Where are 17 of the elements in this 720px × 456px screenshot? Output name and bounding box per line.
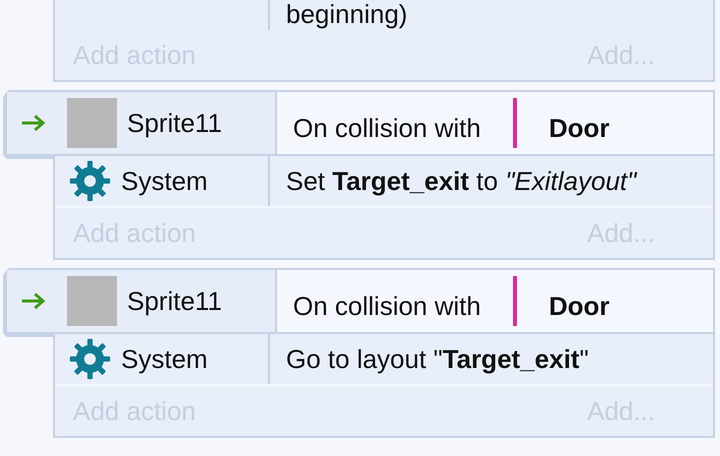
arrow-icon — [21, 114, 47, 132]
object-name: Sprite11 — [127, 286, 222, 316]
condition-parameter: Door — [548, 290, 610, 322]
object-name: System — [121, 166, 208, 196]
action-text: beginning) — [285, 0, 408, 30]
object-name: System — [121, 344, 208, 374]
sprite-thumbnail-icon — [67, 98, 117, 148]
arrow-icon — [21, 292, 47, 310]
gear-icon — [69, 160, 111, 202]
condition-parameter: Door — [548, 112, 610, 144]
object-name: Sprite11 — [127, 108, 222, 138]
gear-icon — [69, 338, 111, 380]
condition-text[interactable]: On collision with — [293, 112, 481, 144]
action-text[interactable]: Go to layout "Target_exit" — [270, 344, 589, 374]
condition-text[interactable]: On collision with — [293, 290, 481, 322]
sprite-thumbnail-icon — [67, 276, 117, 326]
action-text[interactable]: Set Target_exit to "Exitlayout" — [270, 166, 636, 196]
